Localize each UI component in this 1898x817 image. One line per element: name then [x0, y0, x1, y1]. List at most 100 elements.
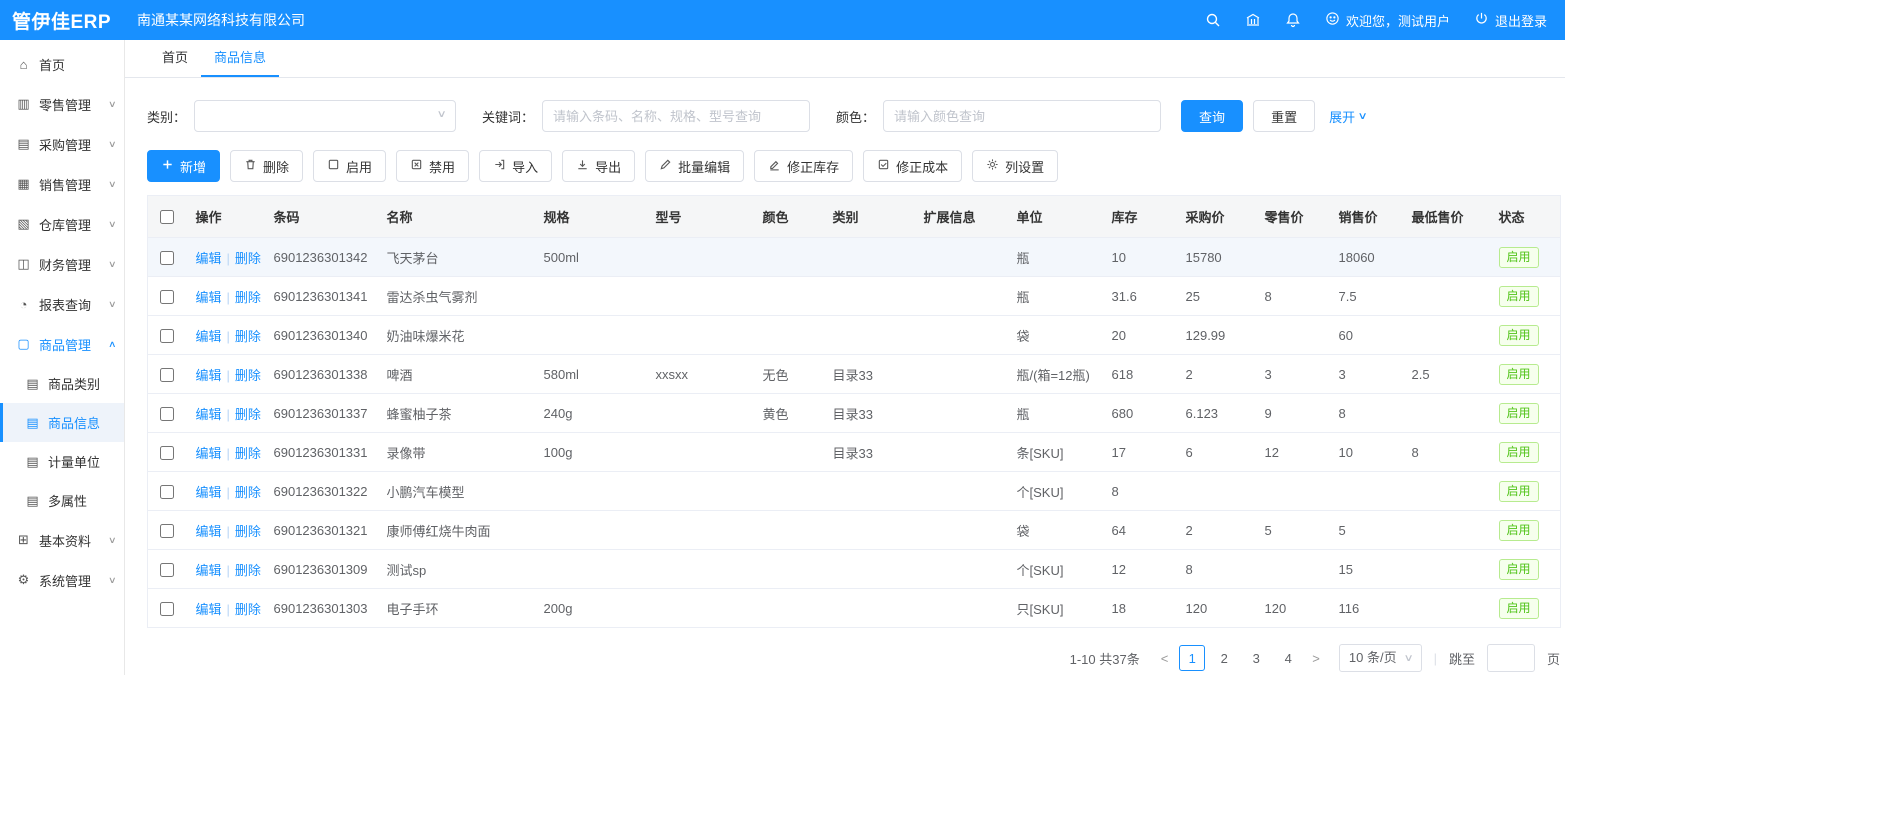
row-checkbox[interactable]	[160, 407, 174, 421]
keyword-input[interactable]	[542, 100, 810, 132]
sidebar-item-product-info[interactable]: ▤商品信息	[0, 403, 124, 442]
delete-link[interactable]: 删除	[235, 485, 261, 500]
sidebar-item-product[interactable]: ▢商品管理∧	[0, 324, 124, 364]
table-cell	[823, 550, 914, 589]
tab-home[interactable]: 首页	[149, 40, 201, 77]
page-suffix: 页	[1547, 649, 1560, 668]
edit-link[interactable]: 编辑	[196, 407, 222, 422]
tab-product-info[interactable]: 商品信息	[201, 40, 279, 77]
status-badge: 启用	[1499, 559, 1539, 580]
table-cell	[1255, 316, 1329, 355]
page-button-3[interactable]: 3	[1243, 645, 1269, 671]
enable-button[interactable]: 启用	[313, 150, 386, 182]
import-button[interactable]: 导入	[479, 150, 552, 182]
edit-link[interactable]: 编辑	[196, 446, 222, 461]
table-cell: 2	[1176, 355, 1255, 394]
system-icon: ⚙	[15, 572, 32, 588]
page-button-4[interactable]: 4	[1275, 645, 1301, 671]
export-button[interactable]: 导出	[562, 150, 635, 182]
table-row: 编辑|删除6901236301322小鹏汽车模型个[SKU]8启用	[148, 472, 1561, 511]
search-icon[interactable]	[1205, 12, 1221, 28]
table-cell: 7.5	[1329, 277, 1402, 316]
table-cell: 6901236301342	[264, 238, 377, 277]
page-button-2[interactable]: 2	[1211, 645, 1237, 671]
edit-link[interactable]: 编辑	[196, 524, 222, 539]
row-checkbox[interactable]	[160, 446, 174, 460]
sidebar-item-purchase[interactable]: ▤采购管理∨	[0, 124, 124, 164]
row-checkbox[interactable]	[160, 602, 174, 616]
table-cell	[823, 238, 914, 277]
sidebar-item-basic-data[interactable]: ⊞基本资料∨	[0, 520, 124, 560]
search-button[interactable]: 查询	[1181, 100, 1243, 132]
chevron-down-icon: ∨	[108, 259, 117, 270]
next-page-icon[interactable]: >	[1307, 651, 1325, 666]
row-checkbox[interactable]	[160, 524, 174, 538]
fix-cost-button[interactable]: 修正成本	[863, 150, 962, 182]
fix-stock-button[interactable]: 修正库存	[754, 150, 853, 182]
bell-icon[interactable]	[1285, 12, 1301, 28]
table-cell: 只[SKU]	[1007, 589, 1102, 628]
edit-link[interactable]: 编辑	[196, 290, 222, 305]
delete-link[interactable]: 删除	[235, 563, 261, 578]
disable-button[interactable]: 禁用	[396, 150, 469, 182]
page-size-select[interactable]: 10 条/页 ∨	[1339, 644, 1422, 672]
edit-link[interactable]: 编辑	[196, 485, 222, 500]
row-checkbox[interactable]	[160, 290, 174, 304]
table-cell	[823, 589, 914, 628]
sidebar-item-warehouse[interactable]: ▧仓库管理∨	[0, 204, 124, 244]
reset-button[interactable]: 重置	[1253, 100, 1315, 132]
column-header: 零售价	[1255, 196, 1329, 238]
row-checkbox[interactable]	[160, 485, 174, 499]
welcome-user[interactable]: 欢迎您，测试用户	[1325, 11, 1450, 30]
batch-edit-button[interactable]: 批量编辑	[645, 150, 744, 182]
status-badge: 启用	[1499, 442, 1539, 463]
main-area: 首页商品信息 类别： ∨ 关键词： 颜色： 查询 重置 展开∨	[125, 40, 1565, 675]
edit-link[interactable]: 编辑	[196, 329, 222, 344]
square-check-icon	[877, 158, 890, 174]
table-cell	[914, 472, 1007, 511]
color-input[interactable]	[883, 100, 1161, 132]
delete-link[interactable]: 删除	[235, 602, 261, 617]
edit-link[interactable]: 编辑	[196, 368, 222, 383]
sidebar-item-home[interactable]: ⌂首页	[0, 44, 124, 84]
delete-link[interactable]: 删除	[235, 524, 261, 539]
category-label: 类别：	[147, 107, 186, 126]
category-select[interactable]: ∨	[194, 100, 456, 132]
sidebar-item-measure-unit[interactable]: ▤计量单位	[0, 442, 124, 481]
sidebar-item-finance[interactable]: ◫财务管理∨	[0, 244, 124, 284]
prev-page-icon[interactable]: <	[1156, 651, 1174, 666]
delete-button[interactable]: 删除	[230, 150, 303, 182]
table-row: 编辑|删除6901236301303电子手环200g只[SKU]18120120…	[148, 589, 1561, 628]
app-logo: 管伊佳ERP	[0, 7, 125, 34]
table-cell: 18060	[1329, 238, 1402, 277]
add-button[interactable]: 新增	[147, 150, 220, 182]
sidebar-item-sales[interactable]: ▦销售管理∨	[0, 164, 124, 204]
delete-link[interactable]: 删除	[235, 368, 261, 383]
page-button-1[interactable]: 1	[1179, 645, 1205, 671]
delete-link[interactable]: 删除	[235, 446, 261, 461]
edit-link[interactable]: 编辑	[196, 563, 222, 578]
sidebar-item-retail[interactable]: ▥零售管理∨	[0, 84, 124, 124]
delete-link[interactable]: 删除	[235, 290, 261, 305]
delete-link[interactable]: 删除	[235, 329, 261, 344]
row-checkbox[interactable]	[160, 251, 174, 265]
delete-link[interactable]: 删除	[235, 251, 261, 266]
jump-page-input[interactable]	[1487, 644, 1535, 672]
sidebar-item-report[interactable]: ◔报表查询∨	[0, 284, 124, 324]
edit-link[interactable]: 编辑	[196, 602, 222, 617]
bank-icon[interactable]	[1245, 12, 1261, 28]
column-header: 扩展信息	[914, 196, 1007, 238]
row-checkbox[interactable]	[160, 368, 174, 382]
sidebar-item-multi-attribute[interactable]: ▤多属性	[0, 481, 124, 520]
sidebar-item-system[interactable]: ⚙系统管理∨	[0, 560, 124, 600]
row-checkbox[interactable]	[160, 563, 174, 577]
edit-link[interactable]: 编辑	[196, 251, 222, 266]
sidebar-item-product-category[interactable]: ▤商品类别	[0, 364, 124, 403]
delete-link[interactable]: 删除	[235, 407, 261, 422]
logout-button[interactable]: 退出登录	[1474, 11, 1547, 30]
link-separator: |	[227, 368, 230, 383]
column-settings-button[interactable]: 列设置	[972, 150, 1058, 182]
select-all-checkbox[interactable]	[160, 210, 174, 224]
expand-link[interactable]: 展开∨	[1329, 107, 1366, 126]
row-checkbox[interactable]	[160, 329, 174, 343]
